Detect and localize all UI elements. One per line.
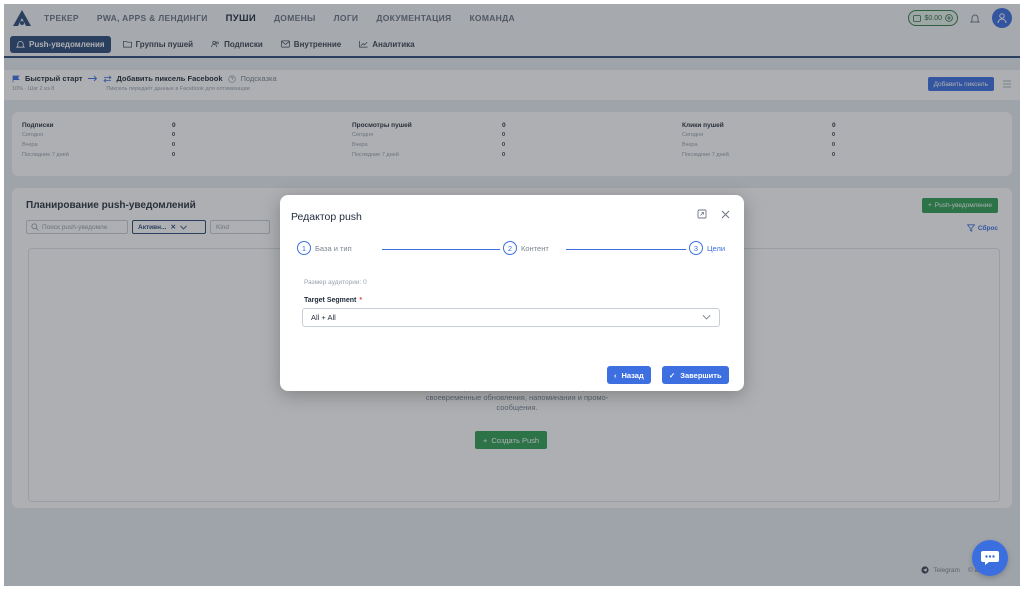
stepper: 1 База и тип 2 Контент 3 Цели bbox=[294, 241, 730, 259]
target-segment-label: Target Segment * bbox=[304, 297, 363, 304]
audience-size-text: Размер аудитории: 0 bbox=[304, 279, 367, 286]
stepper-line bbox=[566, 249, 688, 250]
modal-header-actions bbox=[697, 209, 730, 219]
step-content[interactable]: 2 Контент bbox=[500, 241, 552, 255]
step-label: Контент bbox=[521, 243, 549, 253]
target-segment-value: All + All bbox=[311, 313, 336, 322]
push-editor-modal: Редактор push 1 База и тип 2 Контент 3 Ц… bbox=[280, 195, 744, 391]
step-goals[interactable]: 3 Цели bbox=[686, 241, 729, 255]
modal-title: Редактор push bbox=[291, 211, 362, 223]
chevron-down-icon bbox=[702, 314, 711, 320]
step-number: 2 bbox=[503, 241, 517, 255]
step-number: 1 bbox=[297, 241, 311, 255]
back-label: Назад bbox=[621, 370, 644, 380]
step-label: Цели bbox=[707, 243, 726, 253]
step-number: 3 bbox=[689, 241, 703, 255]
chevron-left-icon: ‹ bbox=[614, 370, 617, 380]
back-button[interactable]: ‹ Назад bbox=[607, 366, 651, 384]
required-mark: * bbox=[359, 297, 363, 304]
close-icon[interactable] bbox=[721, 210, 730, 219]
check-icon: ✓ bbox=[669, 370, 676, 380]
step-base-type[interactable]: 1 База и тип bbox=[294, 241, 355, 255]
step-label: База и тип bbox=[315, 243, 352, 253]
finish-label: Завершить bbox=[680, 370, 722, 380]
app-frame: ТРЕКЕР PWA, APPS & ЛЕНДИНГИ ПУШИ ДОМЕНЫ … bbox=[4, 4, 1020, 586]
stepper-line bbox=[382, 249, 500, 250]
finish-button[interactable]: ✓ Завершить bbox=[662, 366, 729, 384]
chat-bubble-icon bbox=[981, 551, 999, 565]
chat-widget-button[interactable] bbox=[972, 540, 1008, 576]
target-segment-select[interactable]: All + All bbox=[302, 308, 720, 327]
expand-icon[interactable] bbox=[697, 209, 707, 219]
